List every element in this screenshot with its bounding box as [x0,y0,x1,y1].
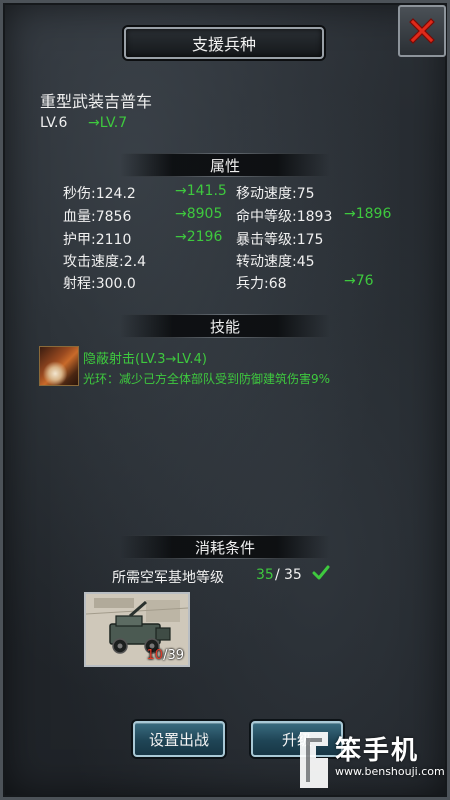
stat-hp-next: →8905 [175,206,223,222]
stat-dps-next: →141.5 [175,183,227,199]
stat-range: 射程:300.0 [63,276,136,292]
stat-troops-next: →76 [344,273,374,289]
requirement-label: 所需空军基地等级 [112,570,224,586]
attributes-header: 属性 [120,153,330,177]
deploy-button[interactable]: 设置出战 [133,721,225,757]
skill-description: 光环：减少己方全体部队受到防御建筑伤害9% [83,372,331,386]
stat-hit-level-next: →1896 [344,206,392,222]
panel-frame [0,0,450,800]
close-icon [409,18,435,44]
stat-crit-level: 暴击等级:175 [236,232,324,248]
requirement-need: 35 [284,567,302,583]
stat-troops: 兵力:68 [236,276,287,292]
material-card[interactable]: 10/39 [84,592,190,667]
cost-header: 消耗条件 [120,535,330,559]
material-need: 39 [167,648,184,663]
stat-move-speed: 移动速度:75 [236,186,315,202]
check-icon [312,564,330,586]
watermark-brand: 笨手机 [335,736,420,766]
skill-icon[interactable] [39,346,79,386]
stat-hit-level: 命中等级:1893 [236,209,333,225]
requirement-separator: / [275,567,280,583]
unit-level: LV.6 [40,115,68,131]
window-title: 支援兵种 [124,27,324,59]
stat-hp: 血量:7856 [63,209,132,225]
unit-name: 重型武装吉普车 [40,92,153,111]
stat-dps: 秒伤:124.2 [63,186,136,202]
stat-attack-speed: 攻击速度:2.4 [63,254,146,270]
material-have: 10 [146,648,164,663]
skill-name: 隐蔽射击(LV.3→LV.4) [83,352,207,367]
unit-next-level: →LV.7 [88,115,128,131]
watermark-url: www.benshouji.com [335,765,445,778]
material-count: 10/39 [147,648,184,663]
skills-header: 技能 [120,314,330,338]
stat-armor: 护甲:2110 [63,232,132,248]
close-button[interactable] [398,5,446,57]
requirement-have: 35 [256,567,274,583]
stat-armor-next: →2196 [175,229,223,245]
stat-turn-speed: 转动速度:45 [236,254,315,270]
